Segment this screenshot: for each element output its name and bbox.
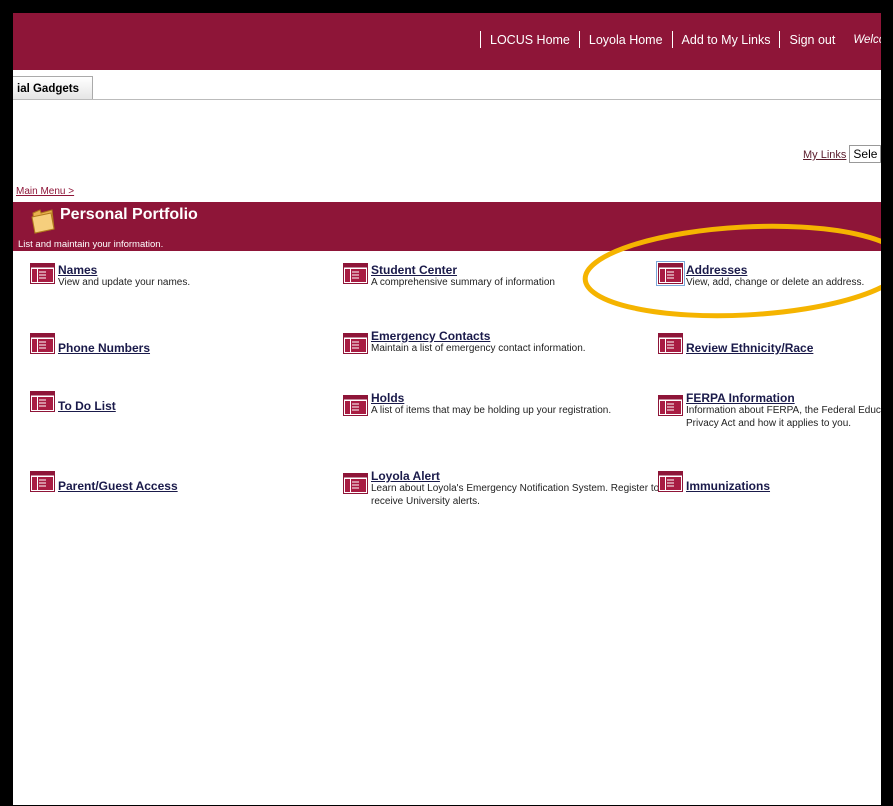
- my-links: My Links Sele: [803, 145, 881, 163]
- page-list-icon[interactable]: [30, 263, 55, 284]
- student-center-link[interactable]: Student Center: [371, 263, 457, 277]
- nav-separator: [671, 31, 673, 48]
- page-frame: LOCUS Home Loyola Home Add to My Links S…: [13, 13, 881, 805]
- nav-separator: [578, 31, 580, 48]
- addresses-link[interactable]: Addresses: [686, 263, 747, 277]
- parent-guest-access-link[interactable]: Parent/Guest Access: [58, 479, 178, 493]
- page-list-icon[interactable]: [658, 471, 683, 492]
- page-list-icon[interactable]: [30, 333, 55, 354]
- student-center-description: A comprehensive summary of information: [371, 277, 555, 288]
- emergency-contacts-description: Maintain a list of emergency contact inf…: [371, 343, 586, 354]
- names-description: View and update your names.: [58, 277, 191, 288]
- portfolio-banner: Personal Portfolio List and maintain you…: [13, 202, 881, 251]
- breadcrumb: Main Menu >: [16, 186, 74, 197]
- ferpa-description-line1: Information about FERPA, the Federal Edu…: [686, 405, 881, 416]
- nav-separator: [480, 31, 481, 48]
- addresses-description: View, add, change or delete an address.: [686, 277, 865, 288]
- page-list-icon[interactable]: [658, 395, 683, 416]
- loyola-alert-description-line1: Learn about Loyola's Emergency Notificat…: [371, 483, 660, 494]
- names-link[interactable]: Names: [58, 263, 97, 277]
- ferpa-description-line2: Privacy Act and how it applies to you.: [686, 418, 852, 429]
- tab-gadgets[interactable]: ial Gadgets: [13, 76, 93, 100]
- tab-divider: [13, 99, 881, 100]
- loyola-alert-link[interactable]: Loyola Alert: [371, 469, 440, 483]
- nav-separator: [779, 31, 781, 48]
- tab-row: ial Gadgets: [13, 70, 881, 100]
- locus-home-link[interactable]: LOCUS Home: [490, 33, 570, 47]
- welcome-text: Welcome S: [853, 33, 881, 46]
- top-navigation: LOCUS Home Loyola Home Add to My Links S…: [471, 31, 881, 48]
- ferpa-link[interactable]: FERPA Information: [686, 391, 795, 405]
- todo-list-link[interactable]: To Do List: [58, 399, 116, 413]
- folder-icon: [31, 209, 55, 234]
- page-list-icon[interactable]: [658, 333, 683, 354]
- my-links-label[interactable]: My Links: [803, 149, 846, 161]
- review-ethnicity-link[interactable]: Review Ethnicity/Race: [686, 341, 813, 355]
- page-list-icon[interactable]: [343, 395, 368, 416]
- emergency-contacts-link[interactable]: Emergency Contacts: [371, 329, 490, 343]
- my-links-select[interactable]: Sele: [849, 145, 881, 163]
- breadcrumb-main-menu[interactable]: Main Menu >: [16, 186, 74, 197]
- page-list-icon[interactable]: [30, 391, 55, 412]
- holds-link[interactable]: Holds: [371, 391, 404, 405]
- page-title: Personal Portfolio: [60, 206, 198, 223]
- page-list-icon[interactable]: [30, 471, 55, 492]
- page-description: List and maintain your information.: [18, 239, 164, 250]
- loyola-home-link[interactable]: Loyola Home: [589, 33, 663, 47]
- sign-out-link[interactable]: Sign out: [789, 33, 835, 47]
- phone-numbers-link[interactable]: Phone Numbers: [58, 341, 150, 355]
- holds-description: A list of items that may be holding up y…: [371, 405, 612, 416]
- immunizations-link[interactable]: Immunizations: [686, 479, 770, 493]
- page-list-icon[interactable]: [656, 261, 685, 286]
- add-to-my-links-link[interactable]: Add to My Links: [682, 33, 771, 47]
- page-list-icon[interactable]: [343, 263, 368, 284]
- loyola-alert-description-line2: receive University alerts.: [371, 496, 480, 507]
- top-header-bar: LOCUS Home Loyola Home Add to My Links S…: [13, 13, 881, 70]
- page-list-icon[interactable]: [343, 473, 368, 494]
- page-list-icon[interactable]: [343, 333, 368, 354]
